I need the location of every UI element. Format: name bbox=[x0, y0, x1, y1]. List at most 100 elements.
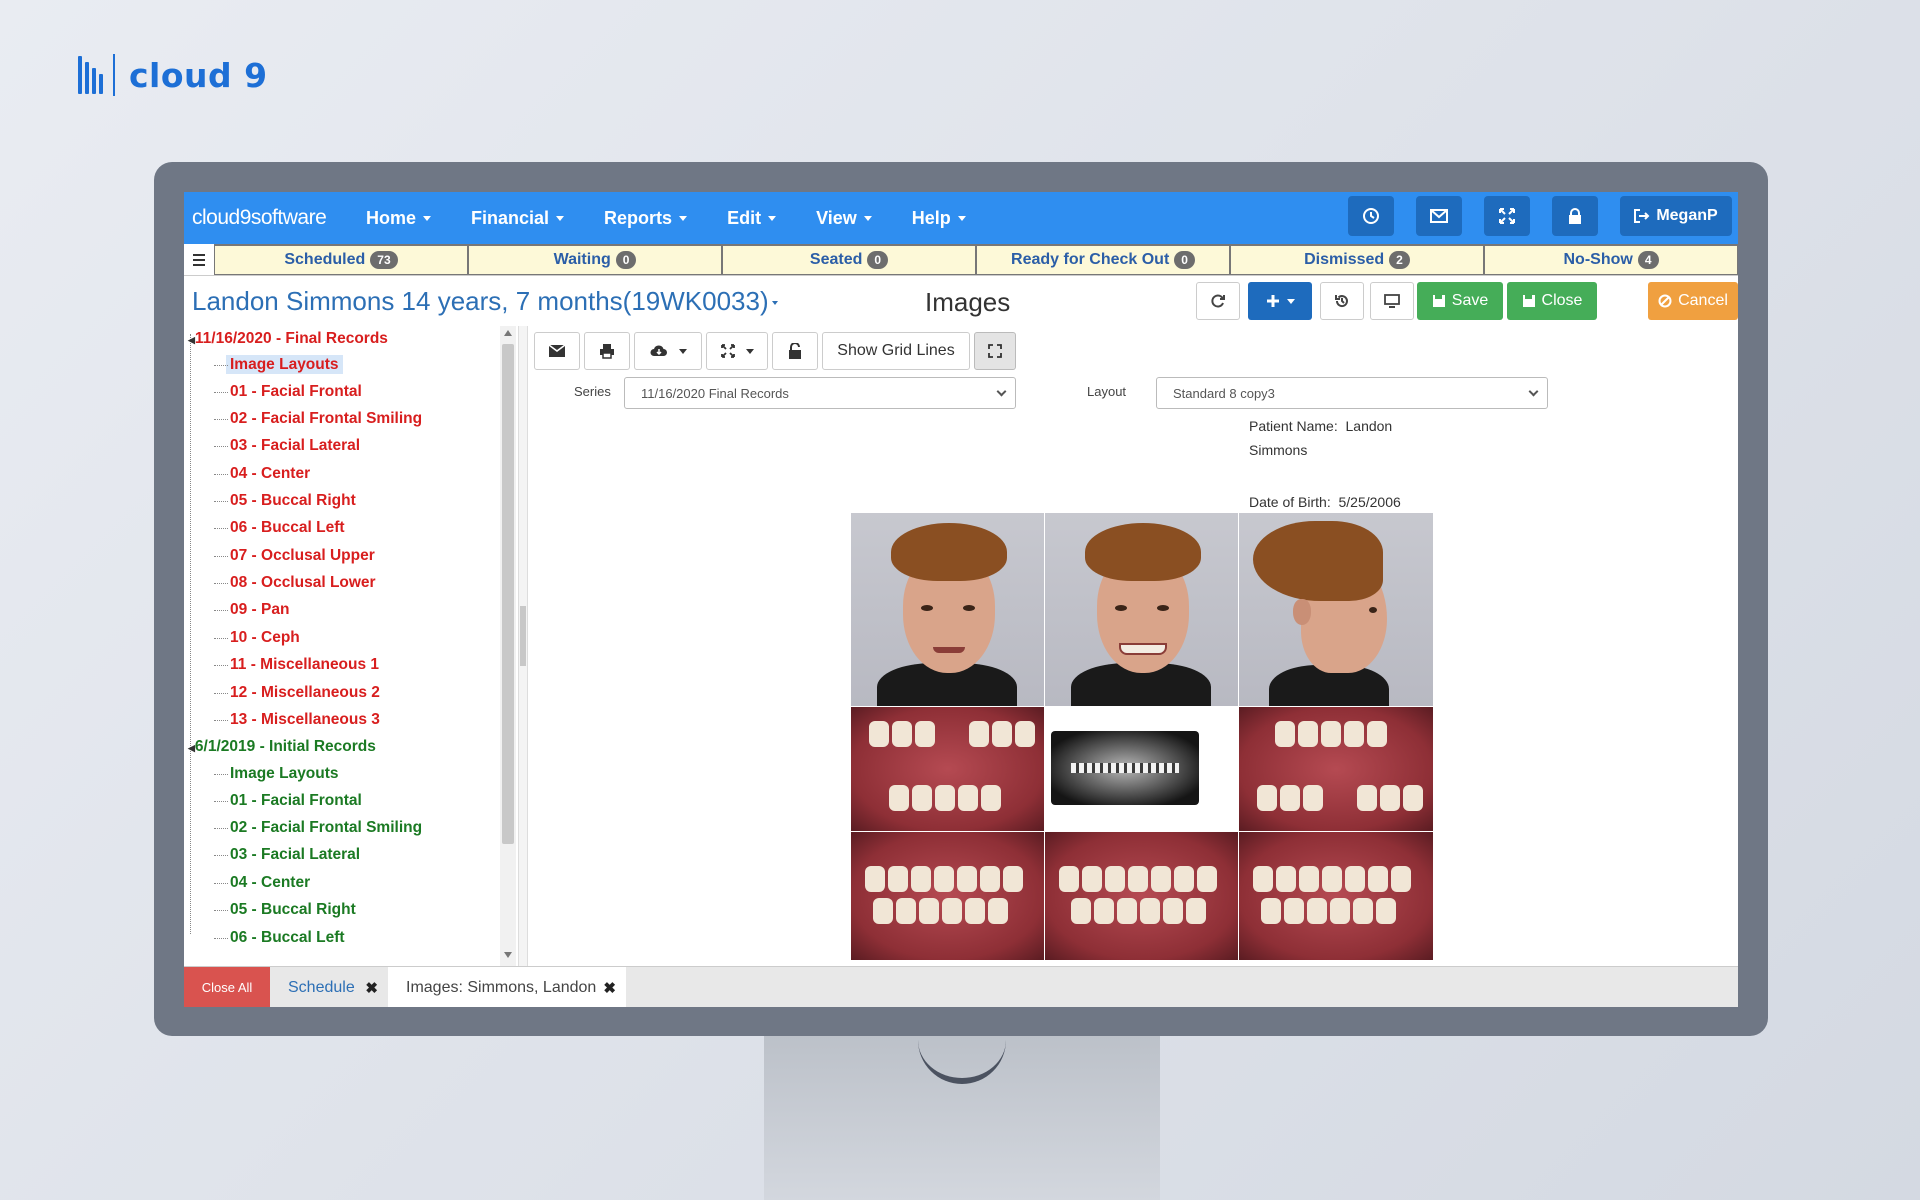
mail-button[interactable] bbox=[1416, 196, 1462, 236]
chevron-down-icon bbox=[745, 348, 754, 354]
menu-edit[interactable]: Edit bbox=[727, 208, 777, 229]
occlusal-upper-photo[interactable] bbox=[851, 707, 1044, 831]
cancel-button[interactable]: Cancel bbox=[1648, 282, 1738, 320]
unlock-icon bbox=[789, 343, 801, 359]
hamburger-menu-icon[interactable] bbox=[184, 244, 214, 275]
add-dropdown-button[interactable] bbox=[1248, 282, 1312, 320]
buccal-right-photo[interactable] bbox=[851, 832, 1044, 960]
menu-reports[interactable]: Reports bbox=[604, 208, 688, 229]
tree-item[interactable]: 01 - Facial Frontal bbox=[214, 792, 362, 810]
tree-item[interactable]: 07 - Occlusal Upper bbox=[214, 547, 375, 565]
status-waiting[interactable]: Waiting 0 bbox=[468, 244, 722, 275]
buccal-left-photo[interactable] bbox=[1239, 832, 1433, 960]
count-badge: 0 bbox=[867, 251, 889, 269]
occlusal-lower-photo[interactable] bbox=[1239, 707, 1433, 831]
plus-icon bbox=[1266, 295, 1279, 307]
menu-home[interactable]: Home bbox=[366, 208, 432, 229]
lock-button[interactable] bbox=[1552, 196, 1598, 236]
tree-group-final-records[interactable]: ◀11/16/2020 - Final Records bbox=[188, 330, 388, 348]
tree-group-initial-records[interactable]: ◀6/1/2019 - Initial Records bbox=[188, 738, 376, 756]
tab-schedule[interactable]: Schedule ✖ bbox=[270, 967, 388, 1007]
records-photo-grid bbox=[851, 513, 1433, 960]
layout-select[interactable]: Standard 8 copy3 bbox=[1156, 377, 1548, 409]
lock-icon bbox=[1569, 208, 1581, 224]
status-scheduled[interactable]: Scheduled 73 bbox=[214, 244, 468, 275]
tree-item[interactable]: Image Layouts bbox=[214, 765, 339, 783]
chevron-down-icon bbox=[678, 348, 687, 354]
count-badge: 0 bbox=[1174, 251, 1195, 269]
fullscreen-icon bbox=[988, 344, 1002, 358]
menu-help[interactable]: Help bbox=[912, 208, 966, 229]
status-seated[interactable]: Seated 0 bbox=[722, 244, 976, 275]
tree-item[interactable]: 05 - Buccal Right bbox=[214, 901, 356, 919]
refresh-button[interactable] bbox=[1196, 282, 1240, 320]
tree-scrollbar-thumb[interactable] bbox=[502, 344, 514, 844]
fullscreen-button[interactable] bbox=[1484, 196, 1530, 236]
save-button[interactable]: Save bbox=[1417, 282, 1503, 320]
patient-name-info: Patient Name: Landon bbox=[1249, 418, 1393, 434]
tree-item[interactable]: 04 - Center bbox=[213, 874, 310, 892]
tree-item[interactable]: 06 - Buccal Left bbox=[214, 929, 345, 947]
scroll-down-icon[interactable] bbox=[504, 952, 512, 958]
display-button[interactable] bbox=[1370, 282, 1414, 320]
fullscreen-toggle-button[interactable] bbox=[974, 332, 1016, 370]
tree-item[interactable]: 11 - Miscellaneous 1 bbox=[213, 656, 379, 674]
app-brand[interactable]: cloud9software bbox=[192, 206, 352, 230]
clock-button[interactable] bbox=[1348, 196, 1394, 236]
tab-images-patient[interactable]: Images: Simmons, Landon ✖ bbox=[388, 967, 626, 1007]
count-badge: 73 bbox=[370, 251, 398, 269]
panel-splitter[interactable] bbox=[518, 326, 528, 966]
ban-icon bbox=[1658, 294, 1672, 308]
chevron-down-icon bbox=[771, 301, 778, 306]
close-button[interactable]: Close bbox=[1507, 282, 1597, 320]
show-grid-lines-button[interactable]: Show Grid Lines bbox=[822, 332, 970, 370]
print-button[interactable] bbox=[584, 332, 630, 370]
tree-item[interactable]: 02 - Facial Frontal Smiling bbox=[213, 819, 422, 837]
tree-item[interactable]: 08 - Occlusal Lower bbox=[214, 574, 376, 592]
top-navbar: cloud9software Home Financial Reports Ed… bbox=[184, 192, 1738, 244]
patient-title-dropdown[interactable]: Landon Simmons 14 years, 7 months(19WK00… bbox=[192, 286, 778, 317]
series-select[interactable]: 11/16/2020 Final Records bbox=[624, 377, 1016, 409]
email-image-button[interactable] bbox=[534, 332, 580, 370]
tree-item[interactable]: 04 - Center bbox=[213, 465, 310, 483]
close-tab-icon[interactable]: ✖ bbox=[365, 979, 378, 997]
selected-highlight: Image Layouts bbox=[226, 355, 343, 374]
brand-text: cloud 9 bbox=[129, 55, 268, 95]
status-ready-for-checkout[interactable]: Ready for Check Out 0 bbox=[976, 244, 1230, 275]
expand-icon bbox=[1499, 208, 1515, 224]
user-logout-button[interactable]: MeganP bbox=[1620, 196, 1732, 236]
tree-item-image-layouts[interactable]: Image Layouts bbox=[214, 355, 343, 374]
menu-view[interactable]: View bbox=[816, 208, 872, 229]
menu-financial[interactable]: Financial bbox=[471, 208, 565, 229]
tree-item[interactable]: 12 - Miscellaneous 2 bbox=[214, 684, 380, 702]
refresh-icon bbox=[1211, 294, 1225, 308]
panoramic-xray-photo[interactable] bbox=[1045, 707, 1238, 831]
center-photo[interactable] bbox=[1045, 832, 1238, 960]
expand-dropdown-button[interactable] bbox=[706, 332, 768, 370]
tree-item[interactable]: 03 - Facial Lateral bbox=[213, 437, 360, 455]
facial-frontal-photo[interactable] bbox=[851, 513, 1044, 706]
status-no-show[interactable]: No-Show 4 bbox=[1484, 244, 1738, 275]
close-tab-icon[interactable]: ✖ bbox=[603, 979, 616, 997]
sign-out-icon bbox=[1634, 209, 1650, 223]
close-all-button[interactable]: Close All bbox=[184, 967, 270, 1007]
date-of-birth-info: Date of Birth: 5/25/2006 bbox=[1249, 494, 1401, 510]
tree-item[interactable]: 13 - Miscellaneous 3 bbox=[214, 711, 380, 729]
scroll-up-icon[interactable] bbox=[504, 330, 512, 336]
floppy-disk-icon bbox=[1432, 295, 1445, 307]
facial-lateral-photo[interactable] bbox=[1239, 513, 1433, 706]
printer-icon bbox=[600, 344, 614, 359]
facial-frontal-smiling-photo[interactable] bbox=[1045, 513, 1238, 706]
cloud-download-button[interactable] bbox=[634, 332, 702, 370]
tree-item[interactable]: 06 - Buccal Left bbox=[214, 519, 345, 537]
tree-item[interactable]: 02 - Facial Frontal Smiling bbox=[213, 410, 422, 428]
unlock-button[interactable] bbox=[772, 332, 818, 370]
tree-item[interactable]: 01 - Facial Frontal bbox=[214, 383, 362, 401]
tree-item[interactable]: 05 - Buccal Right bbox=[214, 492, 356, 510]
count-badge: 0 bbox=[615, 251, 637, 269]
tree-item[interactable]: 03 - Facial Lateral bbox=[213, 846, 360, 864]
status-dismissed[interactable]: Dismissed 2 bbox=[1230, 244, 1484, 275]
history-button[interactable] bbox=[1320, 282, 1364, 320]
tree-item[interactable]: 09 - Pan bbox=[213, 601, 289, 619]
tree-item[interactable]: 10 - Ceph bbox=[214, 629, 300, 647]
